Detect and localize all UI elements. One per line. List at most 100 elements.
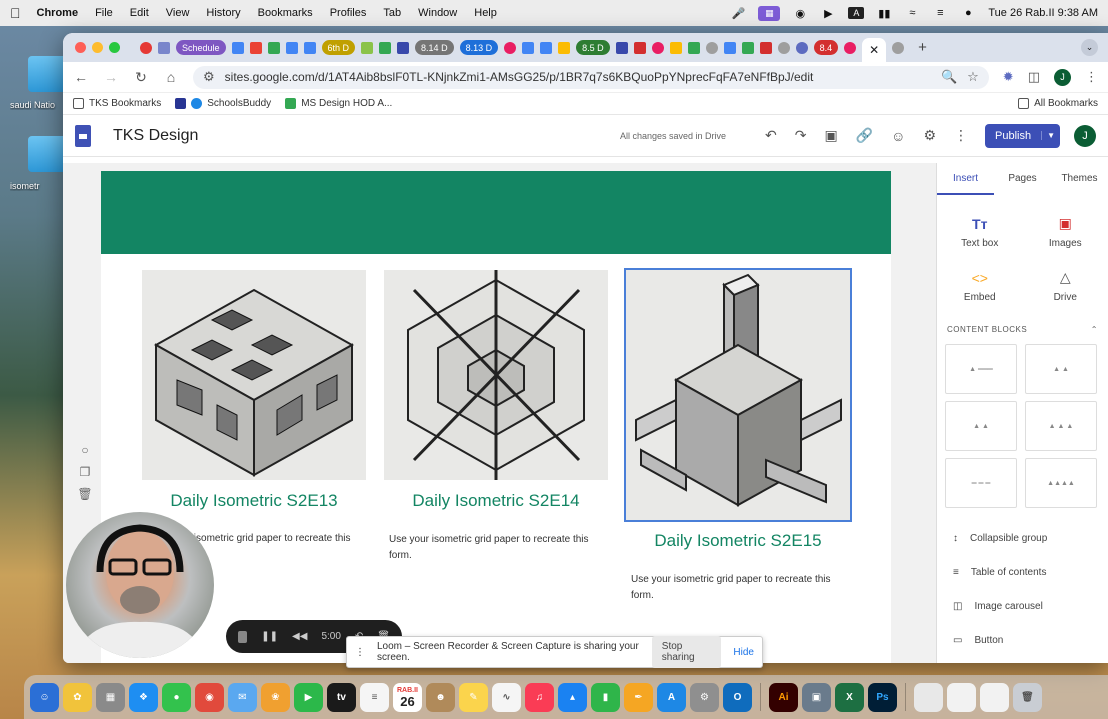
app-store-icon[interactable]: A <box>657 682 686 712</box>
insert-images[interactable]: ▣ Images <box>1023 205 1108 259</box>
mail-icon[interactable]: ✉ <box>228 682 257 712</box>
safari-icon[interactable]: ❖ <box>129 682 158 712</box>
content-block-three-images[interactable]: ▲ ▲ ▲ <box>1025 401 1097 451</box>
chrome-icon[interactable]: ◉ <box>195 682 224 712</box>
link-icon[interactable]: 🔗 <box>856 127 873 144</box>
pause-icon[interactable]: ❚❚ <box>261 631 278 642</box>
control-center-icon[interactable]: ≡ <box>932 7 948 19</box>
menu-app-name[interactable]: Chrome <box>37 7 79 19</box>
freeform-icon[interactable]: ∿ <box>492 682 521 712</box>
address-url[interactable]: sites.google.com/d/1AT4Aib8bslF0TL-KNjnk… <box>225 70 931 84</box>
settings-gear-icon[interactable]: ⚙ <box>923 127 936 144</box>
duplicate-icon[interactable]: ❐ <box>80 465 91 479</box>
menu-profiles[interactable]: Profiles <box>330 7 367 19</box>
tab-current-close-icon[interactable]: ✕ <box>862 38 887 62</box>
preview-icon[interactable]: ▣ <box>802 682 831 712</box>
share-add-person-icon[interactable]: ☺ <box>891 128 905 144</box>
recent-window-thumbnail[interactable] <box>947 682 976 712</box>
tab-forms-icon[interactable] <box>397 41 410 54</box>
tab-pdf-icon[interactable] <box>759 41 772 54</box>
menu-file[interactable]: File <box>95 7 113 19</box>
tab-insert[interactable]: Insert <box>937 163 994 195</box>
reload-icon[interactable]: ↻ <box>133 69 149 86</box>
insert-embed[interactable]: <> Embed <box>937 259 1023 313</box>
tab-loom-icon[interactable] <box>504 41 517 54</box>
system-settings-icon[interactable]: ⚙ <box>690 682 719 712</box>
siri-icon[interactable]: ● <box>960 7 976 19</box>
restart-icon[interactable]: ◀◀ <box>292 631 307 642</box>
tab-sheets-icon[interactable] <box>379 41 392 54</box>
isometric-drawing-s2e13[interactable] <box>142 270 366 480</box>
tab-sheets-icon[interactable] <box>741 41 754 54</box>
apple-tv-icon[interactable]: tv <box>327 682 356 712</box>
menu-history[interactable]: History <box>206 7 240 19</box>
bookmark-schoolsbuddy[interactable]: SchoolsBuddy <box>175 98 271 109</box>
tab-docs-icon[interactable] <box>540 41 553 54</box>
profile-avatar[interactable]: J <box>1054 68 1071 86</box>
tab-schedule[interactable]: Schedule <box>176 40 226 55</box>
redo-icon[interactable]: ↷ <box>795 127 807 144</box>
stop-sharing-button[interactable]: Stop sharing <box>651 636 722 668</box>
tab-search-chevron-icon[interactable]: ⌄ <box>1081 39 1098 56</box>
undo-icon[interactable]: ↶ <box>765 127 777 144</box>
battery-icon[interactable]: ▮▮ <box>876 7 892 20</box>
minimize-window-button[interactable] <box>92 42 103 53</box>
notes-sunflower-icon[interactable]: ✿ <box>63 682 92 712</box>
recent-window-thumbnail[interactable] <box>914 682 943 712</box>
tab-classroom-icon[interactable] <box>361 41 374 54</box>
tab-8-5-d[interactable]: 8.5 D <box>576 40 610 55</box>
tab-settings-icon[interactable] <box>795 41 808 54</box>
tab-8-14-d[interactable]: 8.14 D <box>415 40 454 55</box>
tab-google-icon[interactable] <box>705 41 718 54</box>
card-title-s2e14[interactable]: Daily Isometric S2E14 <box>384 491 608 511</box>
menu-help[interactable]: Help <box>474 7 497 19</box>
excel-icon[interactable]: X <box>835 682 864 712</box>
menu-clock[interactable]: Tue 26 Rab.II 9:38 AM <box>988 7 1098 19</box>
insert-button[interactable]: ▭ Button <box>953 632 1108 648</box>
tab-drive-icon[interactable] <box>558 41 571 54</box>
isometric-drawing-s2e15[interactable] <box>624 268 852 522</box>
trash-icon[interactable]: 🗑 <box>1013 682 1042 712</box>
recent-window-thumbnail[interactable] <box>980 682 1009 712</box>
insert-table-of-contents[interactable]: ≡ Table of contents <box>953 564 1108 580</box>
reminders-icon[interactable]: ≡ <box>360 682 389 712</box>
calendar-icon[interactable]: RAB.II 26 <box>393 682 422 712</box>
google-sites-logo-icon[interactable] <box>75 124 91 147</box>
insert-image-carousel[interactable]: ◫ Image carousel <box>953 598 1108 614</box>
wifi-icon[interactable]: ≈ <box>904 7 920 19</box>
creative-cloud-icon[interactable]: ◉ <box>792 7 808 20</box>
play-circle-icon[interactable]: ▶ <box>820 7 836 20</box>
new-tab-icon[interactable]: + <box>918 39 927 56</box>
tab-docs-icon[interactable] <box>303 41 316 54</box>
content-block-image-grid[interactable]: ▲ ▲ <box>945 401 1017 451</box>
drag-handle-icon[interactable]: ⋮ <box>355 647 365 658</box>
tab-6th-d[interactable]: 6th D <box>321 40 356 55</box>
menu-edit[interactable]: Edit <box>130 7 149 19</box>
tab-8-4[interactable]: 8.4 <box>813 40 839 55</box>
tab-docs-icon[interactable] <box>231 41 244 54</box>
close-window-button[interactable] <box>75 42 86 53</box>
tab-slides-icon[interactable] <box>285 41 298 54</box>
all-bookmarks[interactable]: All Bookmarks <box>1018 98 1098 109</box>
tab-record-icon[interactable] <box>140 41 152 54</box>
menu-window[interactable]: Window <box>418 7 457 19</box>
content-block-text-columns[interactable]: ═ ═ ═ <box>945 458 1017 508</box>
tab-themes[interactable]: Themes <box>1051 163 1108 195</box>
publish-dropdown-icon[interactable]: ▼ <box>1041 131 1060 140</box>
forward-arrow-icon[interactable]: → <box>103 69 119 85</box>
desktop-folder-icon[interactable] <box>28 136 68 172</box>
desktop-folder-icon[interactable] <box>28 56 68 92</box>
tab-google-icon[interactable] <box>892 41 905 54</box>
tab-google-icon[interactable] <box>777 41 790 54</box>
tab-maps-icon[interactable] <box>267 41 280 54</box>
home-icon[interactable]: ⌂ <box>163 69 179 85</box>
zoom-window-button[interactable] <box>109 42 120 53</box>
stop-recording-icon[interactable] <box>238 630 248 643</box>
card-title-s2e13[interactable]: Daily Isometric S2E13 <box>142 491 366 511</box>
content-block-two-images[interactable]: ▲ ▲ <box>1025 344 1097 394</box>
menu-tab[interactable]: Tab <box>383 7 401 19</box>
screen-share-icon[interactable]: ▦ <box>758 5 781 21</box>
tab-forms-icon[interactable] <box>723 41 736 54</box>
card-desc-s2e14[interactable]: Use your isometric grid paper to recreat… <box>389 532 589 564</box>
contacts-icon[interactable]: ☻ <box>426 682 455 712</box>
